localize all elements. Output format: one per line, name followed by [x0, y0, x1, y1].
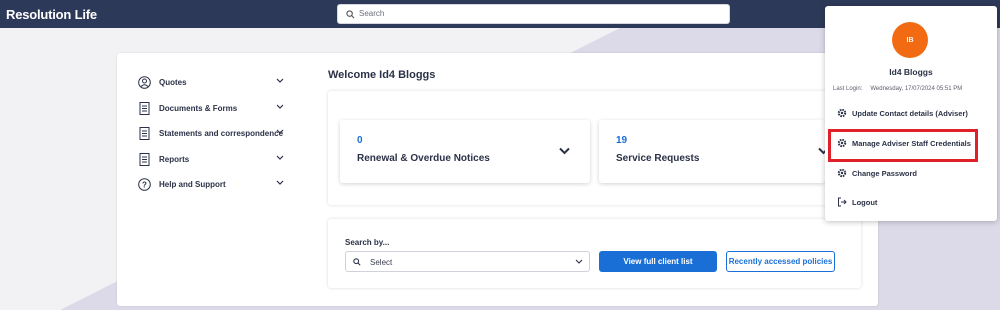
recent-policies-button[interactable]: Recently accessed policies	[726, 251, 835, 272]
search-input[interactable]: Search	[337, 4, 730, 24]
select-value: Select	[370, 258, 393, 267]
highlight-box	[828, 129, 978, 162]
last-login-label: Last Login:	[833, 86, 863, 92]
sidebar: Quotes Documents & Forms Statements and …	[138, 70, 290, 198]
view-client-list-button[interactable]: View full client list	[599, 251, 717, 272]
search-icon	[353, 258, 361, 266]
avatar: IB	[892, 22, 928, 58]
user-circle-icon	[138, 76, 151, 90]
logout-icon	[837, 197, 847, 207]
sidebar-item-reports[interactable]: Reports	[138, 147, 290, 173]
gear-icon	[837, 168, 847, 178]
menu-item-update-contact[interactable]: Update Contact details (Adviser)	[837, 106, 968, 120]
last-login-value: Wednesday, 17/07/2024 05:51 PM	[870, 86, 963, 92]
gear-icon	[837, 108, 847, 118]
sidebar-item-label: Quotes	[159, 78, 187, 88]
brand-name: Resolution Life	[6, 7, 97, 22]
renewal-label: Renewal & Overdue Notices	[357, 153, 490, 164]
search-by-select[interactable]: Select	[345, 251, 590, 272]
sidebar-item-documents-forms[interactable]: Documents & Forms	[138, 96, 290, 122]
sidebar-item-label: Reports	[159, 154, 190, 164]
svg-text:?: ?	[142, 181, 147, 190]
sidebar-item-label: Documents & Forms	[159, 103, 238, 113]
sidebar-item-statements[interactable]: Statements and correspondence	[138, 121, 290, 147]
page-title: Welcome Id4 Bloggs	[328, 69, 436, 81]
document-icon	[138, 127, 151, 141]
question-circle-icon: ?	[138, 178, 151, 192]
sidebar-item-help-support[interactable]: ? Help and Support	[138, 172, 290, 198]
chevron-down-icon[interactable]	[276, 78, 284, 84]
menu-item-label: Logout	[852, 197, 878, 207]
menu-item-logout[interactable]: Logout	[837, 195, 877, 209]
chevron-down-icon	[575, 259, 583, 264]
chevron-down-icon[interactable]	[276, 180, 284, 186]
search-icon	[346, 10, 355, 19]
brand-logo[interactable]: Resolution Life	[6, 7, 97, 22]
search-by-label: Search by...	[345, 238, 390, 247]
last-login: Last Login: Wednesday, 17/07/2024 05:51 P…	[833, 86, 962, 92]
document-icon	[138, 152, 151, 166]
renewal-count: 0	[357, 135, 363, 146]
menu-item-label: Change Password	[852, 168, 918, 178]
chevron-down-icon[interactable]	[276, 104, 284, 110]
service-count: 19	[616, 135, 628, 146]
chevron-down-icon[interactable]	[559, 147, 570, 155]
chevron-down-icon[interactable]	[276, 129, 284, 135]
profile-dropdown: IB Id4 Bloggs Last Login: Wednesday, 17/0…	[825, 6, 997, 221]
service-label: Service Requests	[616, 153, 700, 164]
search-placeholder: Search	[359, 9, 385, 18]
user-name: Id4 Bloggs	[889, 67, 933, 77]
menu-item-change-password[interactable]: Change Password	[837, 166, 917, 180]
sidebar-item-label: Statements and correspondence	[159, 129, 284, 139]
document-icon	[138, 101, 151, 115]
sidebar-item-label: Help and Support	[159, 180, 226, 190]
chevron-down-icon[interactable]	[276, 155, 284, 161]
sidebar-item-quotes[interactable]: Quotes	[138, 70, 290, 96]
service-requests-card[interactable]: 19 Service Requests	[599, 120, 829, 183]
renewal-notices-card[interactable]: 0 Renewal & Overdue Notices	[340, 120, 590, 183]
menu-item-label: Update Contact details (Adviser)	[852, 108, 968, 118]
